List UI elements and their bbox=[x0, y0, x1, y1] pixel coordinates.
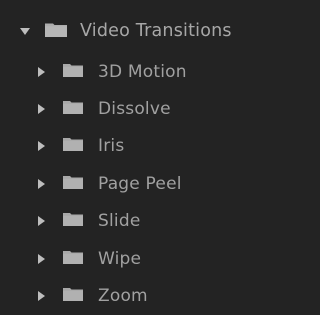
chevron-right-icon[interactable] bbox=[34, 102, 48, 116]
chevron-right-icon[interactable] bbox=[34, 177, 48, 191]
tree-node-label: Video Transitions bbox=[80, 21, 232, 41]
folder-icon bbox=[62, 136, 84, 156]
tree-node-video-transitions[interactable]: Video Transitions bbox=[0, 16, 232, 46]
tree-node-label: Dissolve bbox=[98, 99, 171, 120]
chevron-right-icon[interactable] bbox=[34, 214, 48, 228]
tree-node-zoom[interactable]: Zoom bbox=[0, 277, 271, 314]
chevron-right-icon[interactable] bbox=[34, 289, 48, 303]
chevron-right-icon[interactable] bbox=[34, 65, 48, 79]
folder-icon bbox=[62, 286, 84, 306]
tree-node-label: Wipe bbox=[98, 248, 142, 269]
chevron-down-icon[interactable] bbox=[18, 24, 32, 38]
tree-node-wipe[interactable]: Wipe bbox=[0, 240, 271, 277]
folder-icon bbox=[62, 174, 84, 194]
tree-node-label: Page Peel bbox=[98, 173, 182, 194]
folder-icon bbox=[62, 249, 84, 269]
tree-node-page-peel[interactable]: Page Peel bbox=[0, 165, 271, 202]
tree-node-label: 3D Motion bbox=[98, 61, 187, 82]
chevron-right-icon[interactable] bbox=[34, 139, 48, 153]
effects-tree-panel: Video Transitions 3D Motion Dissolve Iri… bbox=[0, 0, 271, 306]
folder-icon bbox=[62, 99, 84, 119]
folder-icon bbox=[62, 62, 84, 82]
tree-node-iris[interactable]: Iris bbox=[0, 128, 271, 165]
tree-node-label: Iris bbox=[98, 136, 125, 157]
folder-icon bbox=[44, 21, 68, 42]
tree-node-3d-motion[interactable]: 3D Motion bbox=[0, 53, 271, 90]
tree-node-dissolve[interactable]: Dissolve bbox=[0, 90, 271, 127]
chevron-right-icon[interactable] bbox=[34, 252, 48, 266]
tree-node-slide[interactable]: Slide bbox=[0, 203, 271, 240]
tree-node-label: Slide bbox=[98, 211, 141, 232]
folder-icon bbox=[62, 211, 84, 231]
tree-children: 3D Motion Dissolve Iris Page Peel Slide … bbox=[0, 53, 271, 315]
tree-node-label: Zoom bbox=[98, 286, 148, 307]
